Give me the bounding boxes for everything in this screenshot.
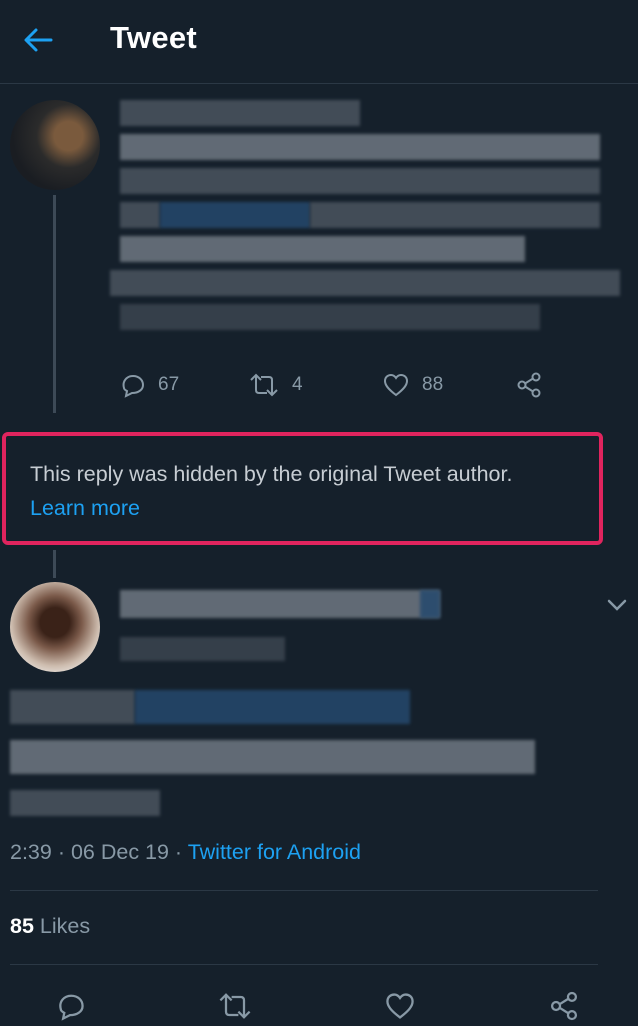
divider [10,964,598,965]
reply-icon [59,994,84,1021]
learn-more-link[interactable]: Learn more [30,496,140,521]
likes-count: 85 [10,914,34,938]
thread-line [53,195,56,413]
more-options-button[interactable] [604,592,630,618]
back-button[interactable] [18,22,58,58]
share-button[interactable] [544,986,584,1026]
tweet-actions: 67 4 88 [118,365,558,405]
heart-icon [386,993,414,1019]
retweet-button[interactable] [215,986,255,1026]
share-button[interactable] [514,365,544,405]
avatar[interactable] [10,100,100,190]
avatar[interactable] [10,582,100,672]
chevron-down-icon [607,599,627,611]
heart-icon [383,373,409,397]
arrow-left-icon [24,28,53,52]
like-button[interactable] [380,986,420,1026]
reply-icon [122,374,145,398]
retweet-icon [250,373,278,397]
top-bar: Tweet [0,0,638,84]
likes-label: Likes [33,914,91,938]
tweet-source-link[interactable]: Twitter for Android [188,840,361,864]
retweet-icon [219,993,251,1019]
retweet-count: 4 [292,374,303,395]
reply-count: 67 [158,374,180,395]
page-title: Tweet [110,20,198,55]
like-button[interactable]: 88 [382,365,443,405]
reply-time: 2:39 · 06 Dec 19 · [10,840,188,864]
thread-line [53,550,56,578]
hidden-reply-message: This reply was hidden by the original Tw… [30,462,513,486]
like-count: 88 [422,374,444,395]
bottom-action-bar [0,982,638,1026]
hidden-reply-notice: This reply was hidden by the original Tw… [2,432,603,545]
likes-summary[interactable]: 85 Likes [10,914,90,939]
reply-button[interactable]: 67 [118,365,179,405]
share-icon [550,991,578,1021]
reply-button[interactable] [50,986,90,1026]
reply-timestamp: 2:39 · 06 Dec 19 · Twitter for Android [10,840,361,865]
share-icon [517,372,541,398]
retweet-button[interactable]: 4 [248,365,303,405]
divider [10,890,598,891]
